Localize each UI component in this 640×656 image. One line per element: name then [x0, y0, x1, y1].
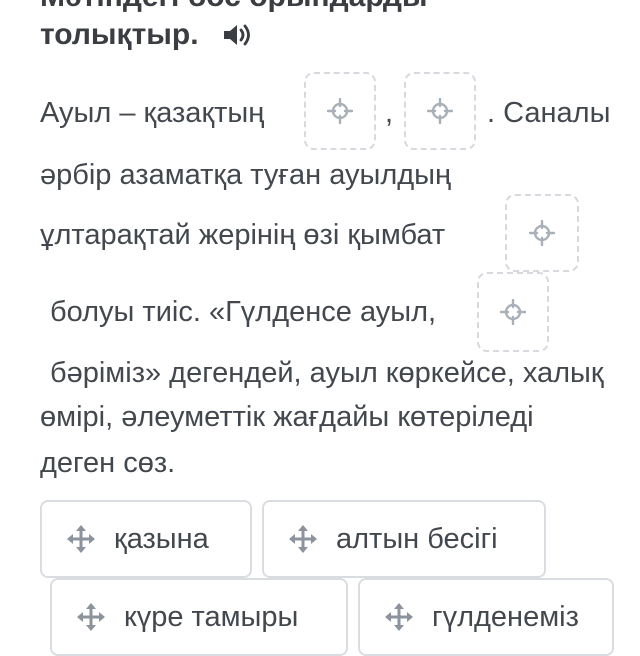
move-arrows-icon — [67, 525, 95, 553]
task-title-text: толықтыр. — [40, 18, 199, 51]
passage-line-2: әрбір азаматқа туған ауылдың — [40, 159, 452, 191]
crosshair-move-icon — [327, 98, 353, 124]
option-chip-label: күре тамыры — [124, 600, 299, 633]
blank-slot-2[interactable] — [404, 72, 476, 150]
option-chip-label: қазына — [114, 522, 209, 555]
option-chip-kure-tamyry[interactable]: күре тамыры — [50, 578, 348, 656]
task-title-previous-line: Мәтіндегі бос орындарды — [40, 0, 428, 14]
option-chip-label: гүлденеміз — [432, 600, 579, 633]
option-chip-guldenemiz[interactable]: гүлденеміз — [358, 578, 614, 656]
blank-slot-4[interactable] — [477, 272, 549, 352]
option-chip-kazyna[interactable]: қазына — [40, 500, 252, 578]
task-title: толықтыр. — [40, 18, 253, 52]
blank-slot-3[interactable] — [505, 194, 579, 272]
move-arrows-icon — [77, 603, 105, 631]
passage-line-5: бәріміз» дегендей, ауыл көркейсе, халық — [50, 357, 604, 389]
blank-slot-1[interactable] — [304, 72, 376, 150]
crosshair-move-icon — [529, 220, 555, 246]
passage-line-6: өмірі, әлеуметтік жағдайы көтеріледі — [40, 401, 534, 433]
passage-line-3: ұлтарақтай жерінің өзі қымбат — [40, 219, 446, 251]
move-arrows-icon — [289, 525, 317, 553]
passage-comma: , — [385, 97, 394, 129]
option-chip-label: алтын бесігі — [336, 522, 498, 555]
passage-line-7: деген сөз. — [40, 447, 176, 479]
passage-line-4: болуы тиіс. «Гүлденсе ауыл, — [50, 296, 437, 328]
crosshair-move-icon — [427, 98, 453, 124]
move-arrows-icon — [385, 603, 413, 631]
passage-line-1b: . Саналы — [487, 97, 611, 129]
option-chip-altyn-besigi[interactable]: алтын бесігі — [262, 500, 546, 578]
speaker-icon[interactable] — [221, 21, 253, 49]
crosshair-move-icon — [500, 299, 526, 325]
passage-line-1a: Ауыл – қазақтың — [40, 97, 265, 129]
